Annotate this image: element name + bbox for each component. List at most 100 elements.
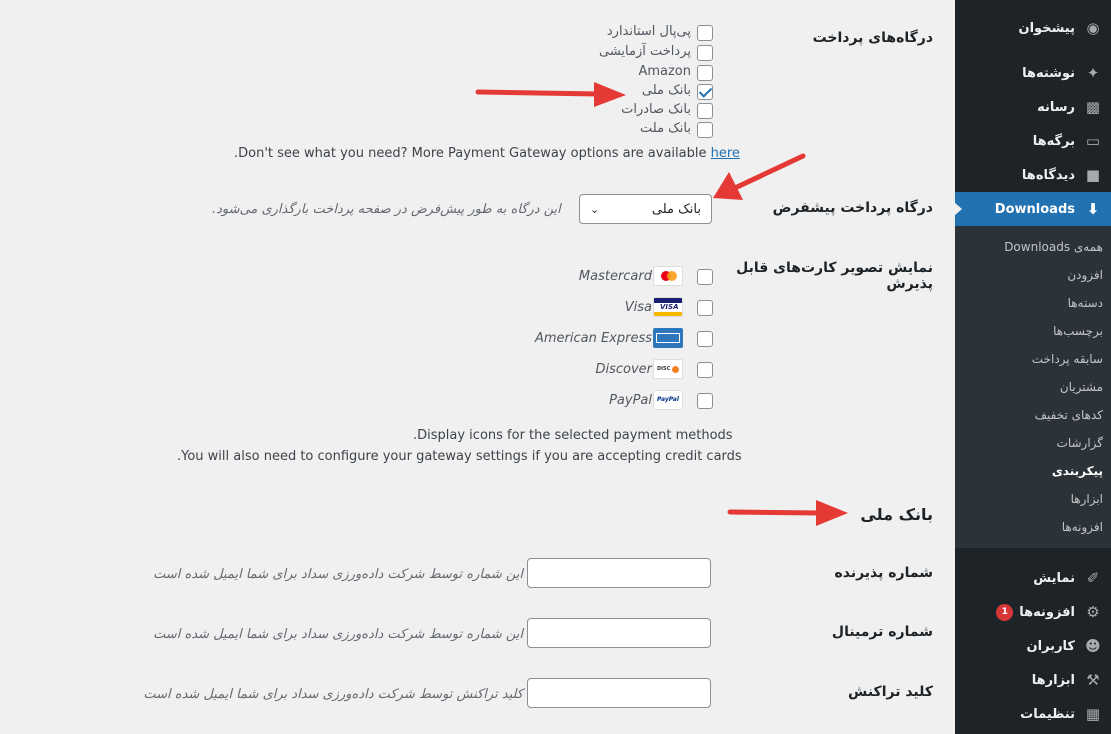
transaction-key-input[interactable] [527,678,711,708]
submenu-reports[interactable]: گزارشات [1057,436,1103,450]
menu-tools-label: ابزارها [1031,672,1075,688]
menu-users[interactable]: ☻ کاربران [955,629,1111,663]
chevron-down-icon: ⌄ [590,202,600,216]
gateway-checkbox-manual[interactable] [697,45,713,61]
media-icon: ▩ [1085,98,1101,116]
gateway-checkbox-paypal[interactable] [697,25,713,41]
menu-posts-label: نوشته‌ها [1022,65,1075,81]
cards-desc-1: .Display icons for the selected payment … [413,428,733,443]
card-checkbox-amex[interactable] [697,331,713,347]
users-icon: ☻ [1085,637,1101,655]
menu-settings[interactable]: ▦ تنظیمات [955,697,1111,731]
menu-appearance[interactable]: ✐ نمایش [955,561,1111,595]
menu-appearance-label: نمایش [1033,570,1075,586]
brush-icon: ✐ [1086,569,1100,587]
menu-comments[interactable]: ■ دیدگاه‌ها [955,158,1111,192]
gateway-label-manual: پرداخت آزمایشی [599,44,691,59]
admin-sidebar: ◉ پیشخوان ✦ نوشته‌ها ▩ رسانه ▭ برگه‌ها ■… [954,0,1111,734]
current-menu-notch [954,202,962,216]
menu-users-label: کاربران [1026,638,1075,654]
gateways-more-text: .Don't see what you need? More Payment G… [234,146,740,161]
card-name-visa: Visa [624,300,652,315]
card-checkbox-mastercard[interactable] [697,269,713,285]
page-icon: ▭ [1085,132,1101,150]
card-checkbox-paypal[interactable] [697,393,713,409]
card-name-mastercard: Mastercard [578,269,652,284]
submenu-discount-codes[interactable]: کدهای تخفیف [1035,408,1103,422]
menu-dashboard[interactable]: ◉ پیشخوان [955,11,1111,45]
gateway-label-mellat: بانک ملت [640,121,691,136]
submenu-categories[interactable]: دسته‌ها [1068,296,1103,310]
more-text: Don't see what you need? More Payment Ga… [238,146,711,161]
download-icon: ⬇ [1086,200,1100,218]
card-checkbox-visa[interactable] [697,300,713,316]
transaction-key-label: کلید تراکنش [848,684,933,700]
accepted-cards-label-line1: نمایش تصویر کارت‌های قابل [736,260,933,276]
paypal-icon: PayPal [653,390,683,410]
default-gateway-select[interactable]: ⌄ بانک ملی [579,194,712,224]
plugin-icon: ⚙ [1086,603,1100,621]
menu-media-label: رسانه [1037,99,1075,115]
submenu-customers[interactable]: مشتریان [1060,380,1103,394]
menu-media[interactable]: ▩ رسانه [955,90,1111,124]
terminal-id-help: این شماره توسط شرکت داده‌ورزی سداد برای … [153,627,523,642]
submenu-settings[interactable]: پیکربندی [1052,464,1103,478]
menu-plugins[interactable]: ⚙ افزونه‌ها 1 [955,595,1111,629]
menu-plugins-label: افزونه‌ها [1019,604,1075,620]
default-gateway-help: این درگاه به طور پیش‌فرض در صفحه پرداخت … [212,202,561,217]
card-checkbox-discover[interactable] [697,362,713,378]
merchant-id-input[interactable] [527,558,711,588]
pin-icon: ✦ [1086,64,1100,82]
annotation-arrow-gateway [475,82,626,107]
cards-desc-2: .You will also need to configure your ga… [177,449,742,464]
gateway-label-paypal: پی‌پال استاندارد [606,24,691,39]
plugin-update-badge: 1 [996,603,1014,621]
submenu-extensions[interactable]: افزونه‌ها [1062,520,1103,534]
merchant-id-label: شماره پذیرنده [834,565,933,581]
accepted-cards-label-line2: پذیرش [886,276,933,292]
wrench-icon: ⚒ [1086,671,1100,689]
gateway-label-amazon: Amazon [638,64,691,79]
submenu-add-new[interactable]: افزودن [1067,268,1103,282]
gateway-checkbox-amazon[interactable] [697,65,713,81]
gateway-checkbox-saderat[interactable] [697,103,713,119]
menu-pages-label: برگه‌ها [1032,133,1075,149]
downloads-submenu: همه‌ی Downloads افزودن دسته‌ها برچسب‌ها … [955,226,1111,548]
gateway-checkbox-melli[interactable] [697,84,713,100]
gateways-label: درگاه‌های پرداخت [812,30,933,46]
menu-settings-label: تنظیمات [1020,706,1075,722]
amex-icon [653,328,683,348]
terminal-id-label: شماره ترمینال [831,624,933,640]
submenu-tools[interactable]: ابزارها [1071,492,1103,506]
default-gateway-value: بانک ملی [651,201,701,217]
submenu-payment-history[interactable]: سابقه پرداخت [1032,352,1103,366]
transaction-key-help: کلید تراکنش توسط شرکت داده‌ورزی سداد برا… [143,687,523,702]
annotation-arrow-bank [727,500,848,526]
bank-section-title: بانک ملی [860,505,933,524]
card-name-paypal: PayPal [609,393,652,408]
merchant-id-help: این شماره توسط شرکت داده‌ورزی سداد برای … [153,567,523,582]
visa-icon: VISA [653,297,683,317]
menu-tools[interactable]: ⚒ ابزارها [955,663,1111,697]
menu-posts[interactable]: ✦ نوشته‌ها [955,56,1111,90]
mastercard-icon [653,266,683,286]
accepted-cards-label: نمایش تصویر کارت‌های قابل پذیرش [713,260,933,292]
submenu-tags[interactable]: برچسب‌ها [1053,324,1103,338]
menu-downloads[interactable]: ⬇ Downloads [954,192,1111,226]
menu-comments-label: دیدگاه‌ها [1021,167,1075,183]
menu-pages[interactable]: ▭ برگه‌ها [955,124,1111,158]
gateway-label-melli: بانک ملی [641,83,691,98]
gateway-checkbox-mellat[interactable] [697,122,713,138]
comment-icon: ■ [1085,166,1101,184]
card-name-discover: Discover [595,362,652,377]
menu-dashboard-label: پیشخوان [1018,20,1076,36]
card-name-amex: American Express [534,331,652,346]
settings-icon: ▦ [1085,705,1101,723]
menu-downloads-label: Downloads [994,201,1075,217]
submenu-all-downloads[interactable]: همه‌ی Downloads [1004,240,1103,254]
gateway-label-saderat: بانک صادرات [621,102,691,117]
discover-icon: DISC [653,359,683,379]
terminal-id-input[interactable] [527,618,711,648]
annotation-arrow-default [713,153,806,200]
dashboard-icon: ◉ [1086,19,1100,37]
